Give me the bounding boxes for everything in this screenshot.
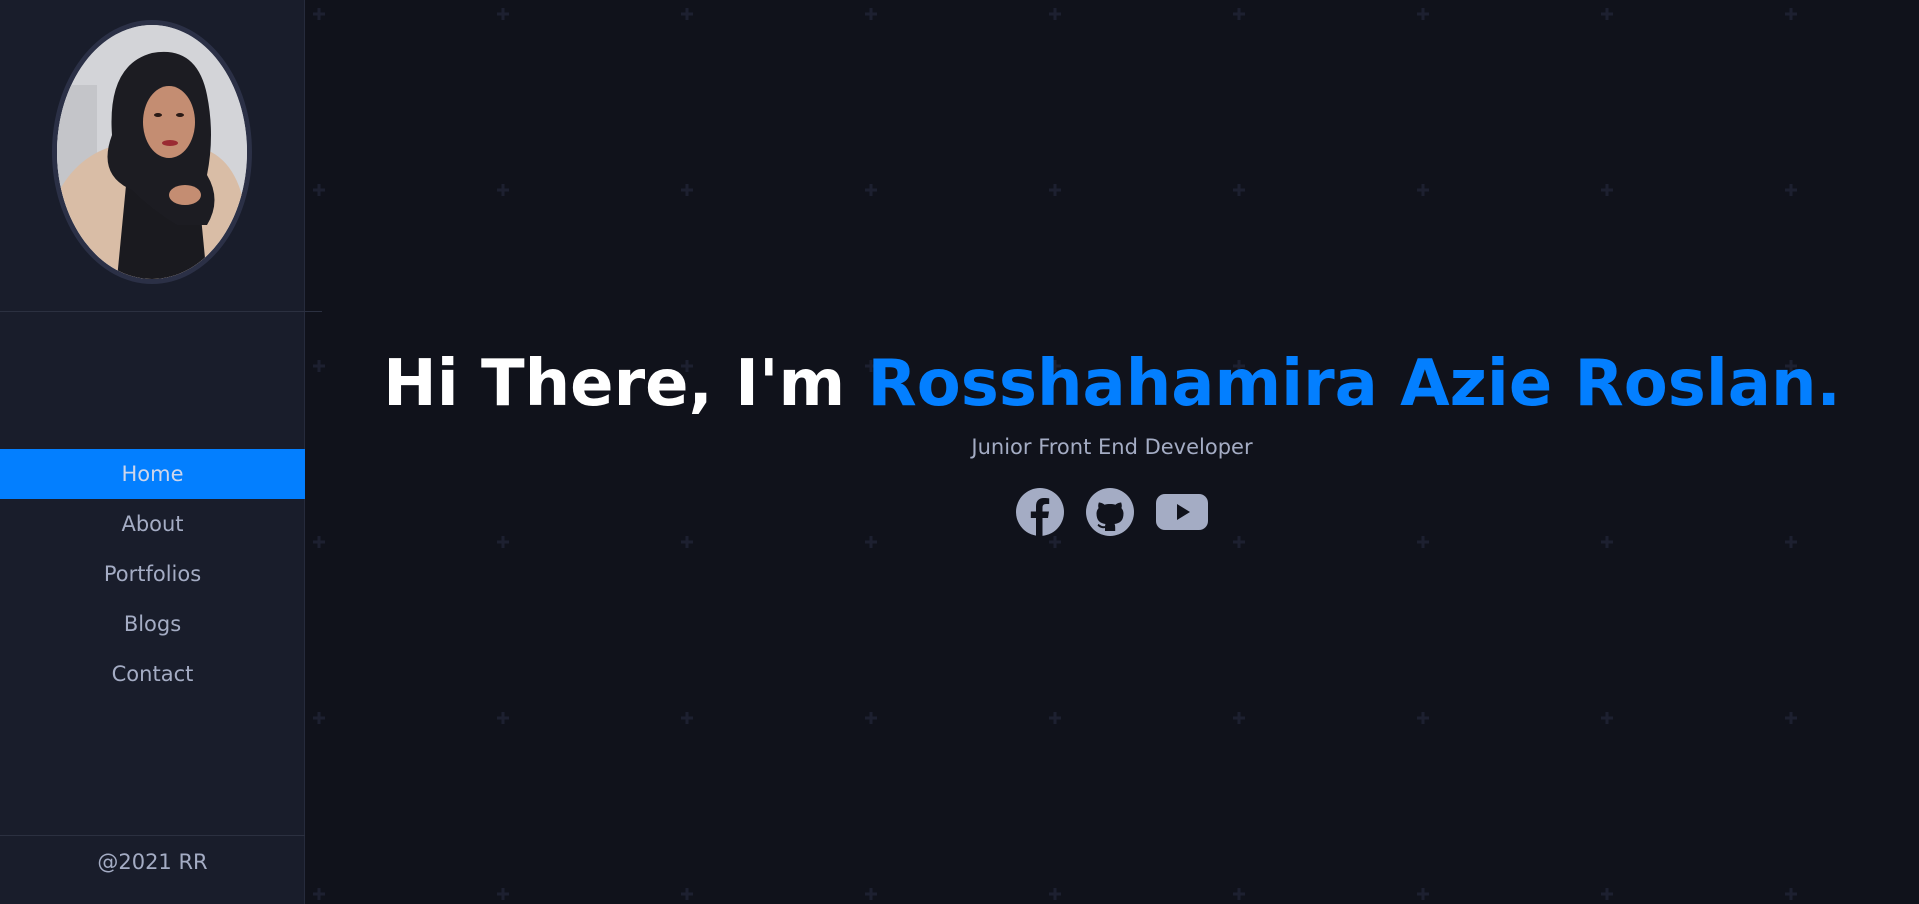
hero-section: Hi There, I'm Rosshahamira Azie Roslan. … [305, 345, 1919, 537]
github-icon[interactable] [1085, 487, 1135, 537]
main-nav: Home About Portfolios Blogs Contact [0, 449, 305, 699]
hero-title: Hi There, I'm Rosshahamira Azie Roslan. [305, 345, 1919, 423]
avatar [52, 20, 252, 284]
copyright-text: @2021 RR [97, 850, 208, 874]
footer-divider [0, 835, 305, 836]
hero-subtitle: Junior Front End Developer [971, 435, 1253, 459]
nav-item-portfolios[interactable]: Portfolios [0, 549, 305, 599]
nav-item-home[interactable]: Home [0, 449, 305, 499]
sidebar: Home About Portfolios Blogs Contact @202… [0, 0, 322, 904]
main-content: Hi There, I'm Rosshahamira Azie Roslan. … [305, 0, 1919, 904]
avatar-photo [57, 25, 247, 279]
nav-item-about[interactable]: About [0, 499, 305, 549]
profile-area [0, 0, 305, 311]
social-links [305, 487, 1919, 537]
page: Home About Portfolios Blogs Contact @202… [0, 0, 1919, 904]
profile-divider [0, 311, 322, 312]
facebook-icon[interactable] [1015, 487, 1065, 537]
hero-greeting: Hi There, I'm [383, 347, 868, 421]
youtube-icon[interactable] [1155, 487, 1209, 537]
nav-item-contact[interactable]: Contact [0, 649, 305, 699]
hero-name: Rosshahamira Azie Roslan. [867, 347, 1841, 421]
nav-item-blogs[interactable]: Blogs [0, 599, 305, 649]
